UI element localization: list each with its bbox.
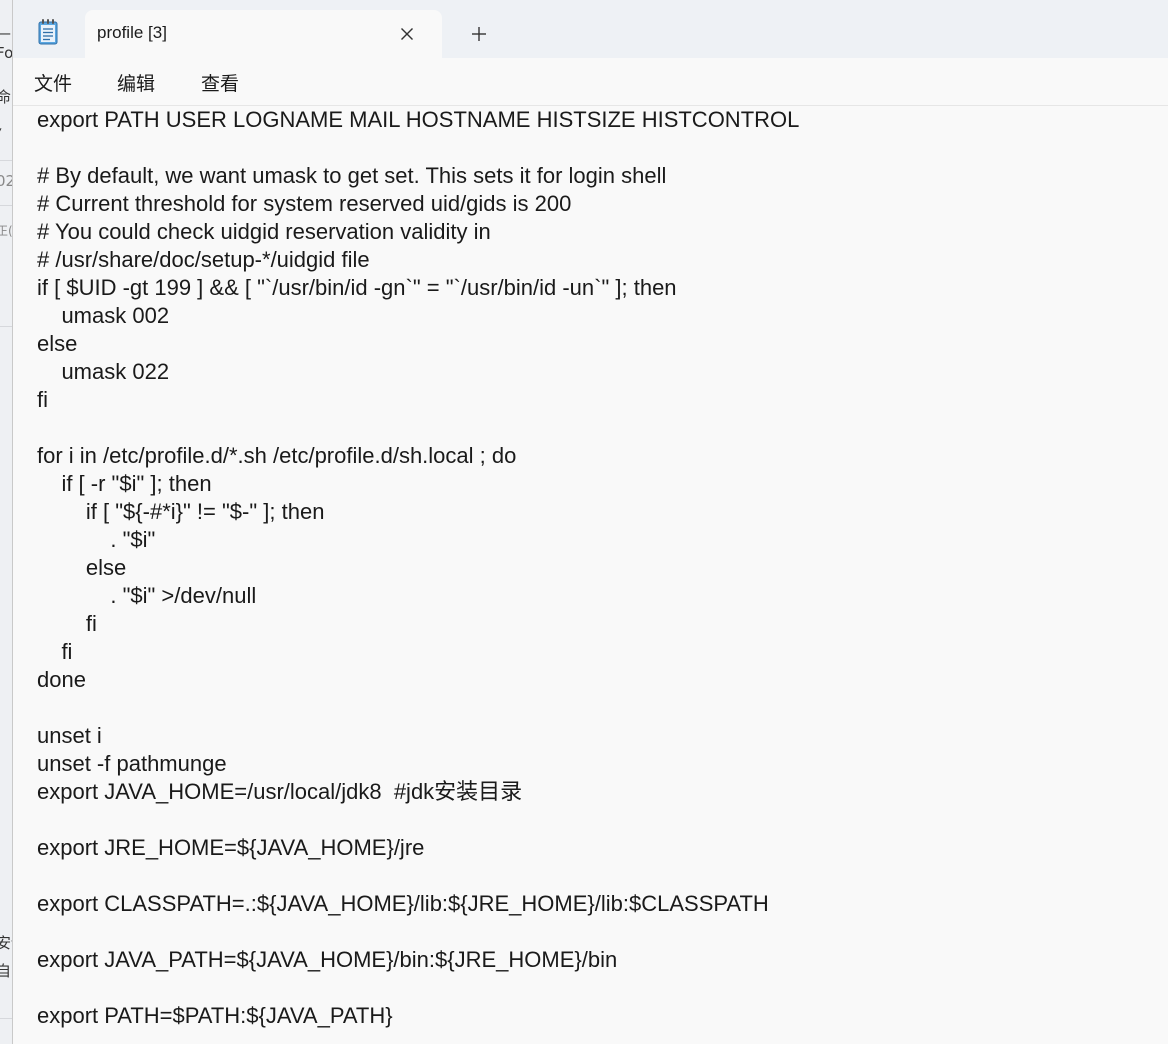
background-divider xyxy=(0,326,12,327)
background-text-fragment: 正( xyxy=(0,224,12,238)
background-text-fragment: Fo xyxy=(0,44,12,62)
background-text-fragment: ▾ xyxy=(0,124,2,137)
editor-line: if [ -r "$i" ]; then xyxy=(37,471,212,496)
text-editor[interactable]: export PATH USER LOGNAME MAIL HOSTNAME H… xyxy=(13,106,1168,1044)
editor-line: umask 002 xyxy=(37,303,170,328)
menu-bar: 文件 编辑 查看 xyxy=(13,58,1168,106)
background-divider xyxy=(0,160,12,161)
editor-line: fi xyxy=(37,387,48,412)
editor-line: export PATH=$PATH:${JAVA_PATH} xyxy=(37,1003,393,1028)
notepad-icon xyxy=(38,19,58,45)
menu-view[interactable]: 查看 xyxy=(201,69,239,96)
background-text-fragment: — xyxy=(0,24,11,42)
editor-line: # Current threshold for system reserved … xyxy=(37,191,572,216)
editor-line: # By default, we want umask to get set. … xyxy=(37,163,667,188)
editor-line: . "$i" xyxy=(37,527,156,552)
editor-line: # /usr/share/doc/setup-*/uidgid file xyxy=(37,247,370,272)
background-text-fragment: 自 xyxy=(0,962,12,980)
editor-line: # You could check uidgid reservation val… xyxy=(37,219,491,244)
editor-line: if [ $UID -gt 199 ] && [ "`/usr/bin/id -… xyxy=(37,275,677,300)
notepad-window: profile [3] 文件 编辑 查看 export PATH USER LO… xyxy=(12,0,1168,1044)
background-text-fragment: 安讠 xyxy=(0,934,12,952)
editor-line: unset i xyxy=(37,723,102,748)
menu-edit[interactable]: 编辑 xyxy=(117,69,155,96)
background-divider xyxy=(0,205,12,206)
background-text-fragment: 命 xyxy=(0,88,12,106)
editor-line: for i in /etc/profile.d/*.sh /etc/profil… xyxy=(37,443,517,468)
tab-profile[interactable]: profile [3] xyxy=(85,10,442,58)
editor-line: done xyxy=(37,667,86,692)
editor-line: export JAVA_HOME=/usr/local/jdk8 #jdk安装目… xyxy=(37,779,523,804)
editor-line: export JAVA_PATH=${JAVA_HOME}/bin:${JRE_… xyxy=(37,947,618,972)
editor-line: export CLASSPATH=.:${JAVA_HOME}/lib:${JR… xyxy=(37,891,769,916)
editor-line: export JRE_HOME=${JAVA_HOME}/jre xyxy=(37,835,425,860)
editor-line: fi xyxy=(37,611,97,636)
editor-line: else xyxy=(37,331,78,356)
background-text-fragment: 02 xyxy=(0,172,12,190)
editor-line: . "$i" >/dev/null xyxy=(37,583,257,608)
editor-line: unset -f pathmunge xyxy=(37,751,227,776)
background-divider xyxy=(0,1018,12,1019)
editor-line: export PATH USER LOGNAME MAIL HOSTNAME H… xyxy=(37,107,800,132)
editor-line: if [ "${-#*i}" != "$-" ]; then xyxy=(37,499,325,524)
close-icon[interactable] xyxy=(395,22,419,46)
tab-title: profile [3] xyxy=(97,23,167,42)
editor-line: else xyxy=(37,555,127,580)
background-window-strip: — Fo 命 ▾ 02 正( 安讠 自 xyxy=(0,0,12,1044)
editor-line: fi xyxy=(37,639,73,664)
menu-file[interactable]: 文件 xyxy=(34,69,72,96)
plus-icon[interactable] xyxy=(467,22,491,46)
title-bar: profile [3] xyxy=(13,0,1168,58)
editor-line: umask 022 xyxy=(37,359,170,384)
